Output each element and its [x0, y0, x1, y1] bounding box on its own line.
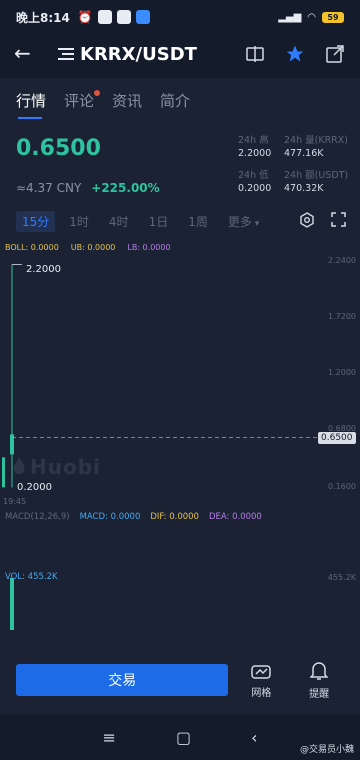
- 24h-amount-label: 24h 额(USDT): [284, 170, 349, 181]
- back-nav-icon[interactable]: ‹: [251, 728, 257, 747]
- home-nav-icon[interactable]: ▢: [176, 728, 191, 747]
- tab-news[interactable]: 资讯: [112, 90, 142, 119]
- volume-bar: [10, 578, 14, 630]
- period-1w[interactable]: 1周: [188, 213, 208, 230]
- landscape-toggle-icon[interactable]: [244, 43, 266, 65]
- content-tabs: 行情 评论 资讯 简介: [16, 90, 190, 119]
- grid-trading-button[interactable]: 网格: [236, 662, 286, 699]
- macd-value: MACD: 0.0000: [79, 512, 141, 522]
- tab-label: 评论: [64, 92, 95, 110]
- status-time: 晚上8:14: [16, 10, 70, 25]
- trade-button[interactable]: 交易: [16, 664, 229, 696]
- price-subline: ≈4.37 CNY +225.00%: [16, 181, 160, 195]
- grid-label: 网格: [251, 687, 272, 699]
- volume-axis-tick: 455.2K: [327, 573, 356, 582]
- wifi-icon: ◠: [307, 11, 316, 23]
- app-notification-icon: [97, 10, 112, 24]
- period-selector: 15分 1时 4时 1日 1周 更多: [16, 210, 346, 232]
- dif-value: DIF: 0.0000: [150, 512, 199, 522]
- macd-indicator: MACD(12,26,9) MACD: 0.0000 DIF: 0.0000 D…: [5, 512, 262, 522]
- grid-robot-icon: [251, 664, 272, 679]
- menu-icon: [58, 48, 74, 60]
- 24h-amount-value: 470.32K: [284, 183, 324, 194]
- back-arrow-icon[interactable]: ←: [14, 42, 38, 66]
- 24h-stats: 24h 高 2.2000 24h 量(KRRX) 477.16K 24h 低 0…: [238, 132, 360, 194]
- 24h-low-label: 24h 低: [238, 170, 269, 181]
- chart-settings-icon[interactable]: [299, 211, 315, 231]
- 24h-high-label: 24h 高: [238, 135, 269, 146]
- period-more[interactable]: 更多: [228, 213, 259, 230]
- period-15m[interactable]: 15分: [16, 210, 56, 232]
- current-price-tag: 0.6500: [318, 432, 356, 444]
- status-bar: 晚上8:14 ⏰ ▂▄▆ ◠ 59: [0, 0, 360, 34]
- pair-selector[interactable]: KRRX/USDT: [58, 44, 197, 65]
- price-change: +225.00%: [91, 181, 160, 195]
- 24h-volume-value: 477.16K: [284, 148, 324, 159]
- signal-icon: ▂▄▆: [278, 11, 302, 23]
- candle-time-label: 19:45: [3, 497, 27, 506]
- macd-params: MACD(12,26,9): [5, 512, 70, 522]
- tab-label: 行情: [16, 92, 47, 110]
- cny-price: ≈4.37 CNY: [16, 181, 82, 195]
- high-marker-label: 2.2000: [26, 264, 61, 275]
- last-price: 0.6500: [16, 136, 101, 161]
- menu-nav-icon[interactable]: ≡: [103, 728, 116, 747]
- tab-market[interactable]: 行情: [16, 90, 46, 119]
- volume-indicator: VOL: 455.2K: [5, 572, 58, 582]
- candle-body: [2, 457, 5, 488]
- period-1h[interactable]: 1时: [69, 213, 89, 230]
- battery-icon: 59: [322, 11, 344, 23]
- alert-label: 提醒: [309, 688, 330, 700]
- low-marker-label: 0.2000: [17, 482, 52, 493]
- 24h-low-value: 0.2000: [238, 183, 272, 194]
- app-notification-icon: [116, 10, 131, 24]
- unread-dot: [94, 90, 101, 96]
- tab-label: 简介: [160, 92, 191, 110]
- favorite-star-icon[interactable]: [284, 43, 306, 65]
- tab-label: 资讯: [112, 92, 143, 110]
- period-4h[interactable]: 4时: [109, 213, 129, 230]
- status-notification-icons: ⏰: [78, 10, 150, 24]
- app-notification-icon: [135, 10, 150, 24]
- last-price-block: 0.6500: [16, 136, 101, 161]
- alarm-icon: ⏰: [77, 10, 93, 24]
- status-right-icons: ▂▄▆ ◠ 59: [278, 11, 344, 23]
- dea-value: DEA: 0.0000: [208, 512, 262, 522]
- bottom-action-bar: 交易 网格 提醒: [0, 645, 360, 715]
- price-alert-button[interactable]: 提醒: [294, 661, 344, 700]
- fullscreen-icon[interactable]: [331, 211, 346, 231]
- 24h-high-value: 2.2000: [238, 148, 272, 159]
- tab-intro[interactable]: 简介: [160, 90, 190, 119]
- pair-title: KRRX/USDT: [80, 43, 197, 65]
- share-icon[interactable]: [324, 43, 346, 65]
- credit-watermark: @交易员小魏: [299, 745, 354, 755]
- header: ← KRRX/USDT: [0, 34, 360, 74]
- period-1d[interactable]: 1日: [149, 213, 169, 230]
- tab-comments[interactable]: 评论: [64, 90, 101, 119]
- bell-icon: [310, 661, 329, 680]
- 24h-volume-label: 24h 量(KRRX): [284, 135, 348, 146]
